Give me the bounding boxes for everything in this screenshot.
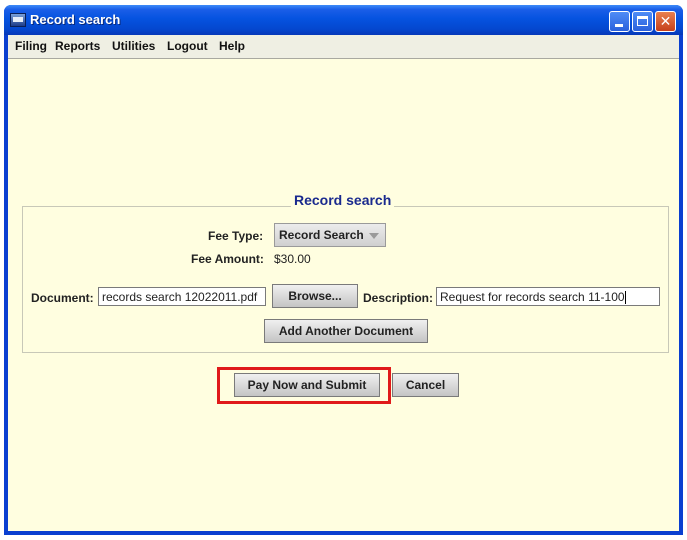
app-window: Record search ✕ Filing Reports Utilities…: [4, 5, 683, 535]
group-title: Record search: [291, 192, 395, 208]
close-button[interactable]: ✕: [655, 11, 676, 32]
document-field-value: records search 12022011.pdf: [102, 290, 258, 304]
highlight-box: [217, 367, 391, 404]
client-area: Filing Reports Utilities Logout Help Rec…: [8, 35, 679, 531]
app-icon: [10, 13, 26, 27]
fee-type-dropdown[interactable]: Record Search: [274, 223, 386, 247]
browse-button[interactable]: Browse...: [272, 284, 358, 308]
menu-bar: Filing Reports Utilities Logout Help: [8, 35, 679, 59]
minimize-button[interactable]: [609, 11, 630, 32]
document-field[interactable]: records search 12022011.pdf: [98, 287, 266, 306]
menu-logout[interactable]: Logout: [167, 39, 208, 53]
chevron-down-icon: [369, 233, 379, 239]
menu-filing[interactable]: Filing: [15, 39, 47, 53]
minimize-icon: [615, 24, 623, 27]
menu-utilities[interactable]: Utilities: [112, 39, 155, 53]
title-bar[interactable]: Record search ✕: [4, 5, 683, 35]
fee-amount-label: Fee Amount:: [191, 252, 264, 266]
cancel-button[interactable]: Cancel: [392, 373, 459, 397]
add-document-button[interactable]: Add Another Document: [264, 319, 428, 343]
close-icon: ✕: [659, 14, 672, 30]
text-caret: [624, 291, 626, 305]
fee-type-value: Record Search: [279, 228, 364, 242]
menu-help[interactable]: Help: [219, 39, 245, 53]
fee-type-label: Fee Type:: [208, 229, 264, 243]
description-label: Description:: [363, 291, 434, 305]
maximize-icon: [637, 16, 648, 26]
fee-amount-value: $30.00: [274, 252, 311, 266]
menu-reports[interactable]: Reports: [55, 39, 100, 53]
description-field-value: Request for records search 11-100: [440, 290, 625, 304]
window-title: Record search: [30, 12, 121, 27]
document-label: Document:: [31, 291, 94, 305]
maximize-button[interactable]: [632, 11, 653, 32]
description-field[interactable]: Request for records search 11-100: [436, 287, 660, 306]
